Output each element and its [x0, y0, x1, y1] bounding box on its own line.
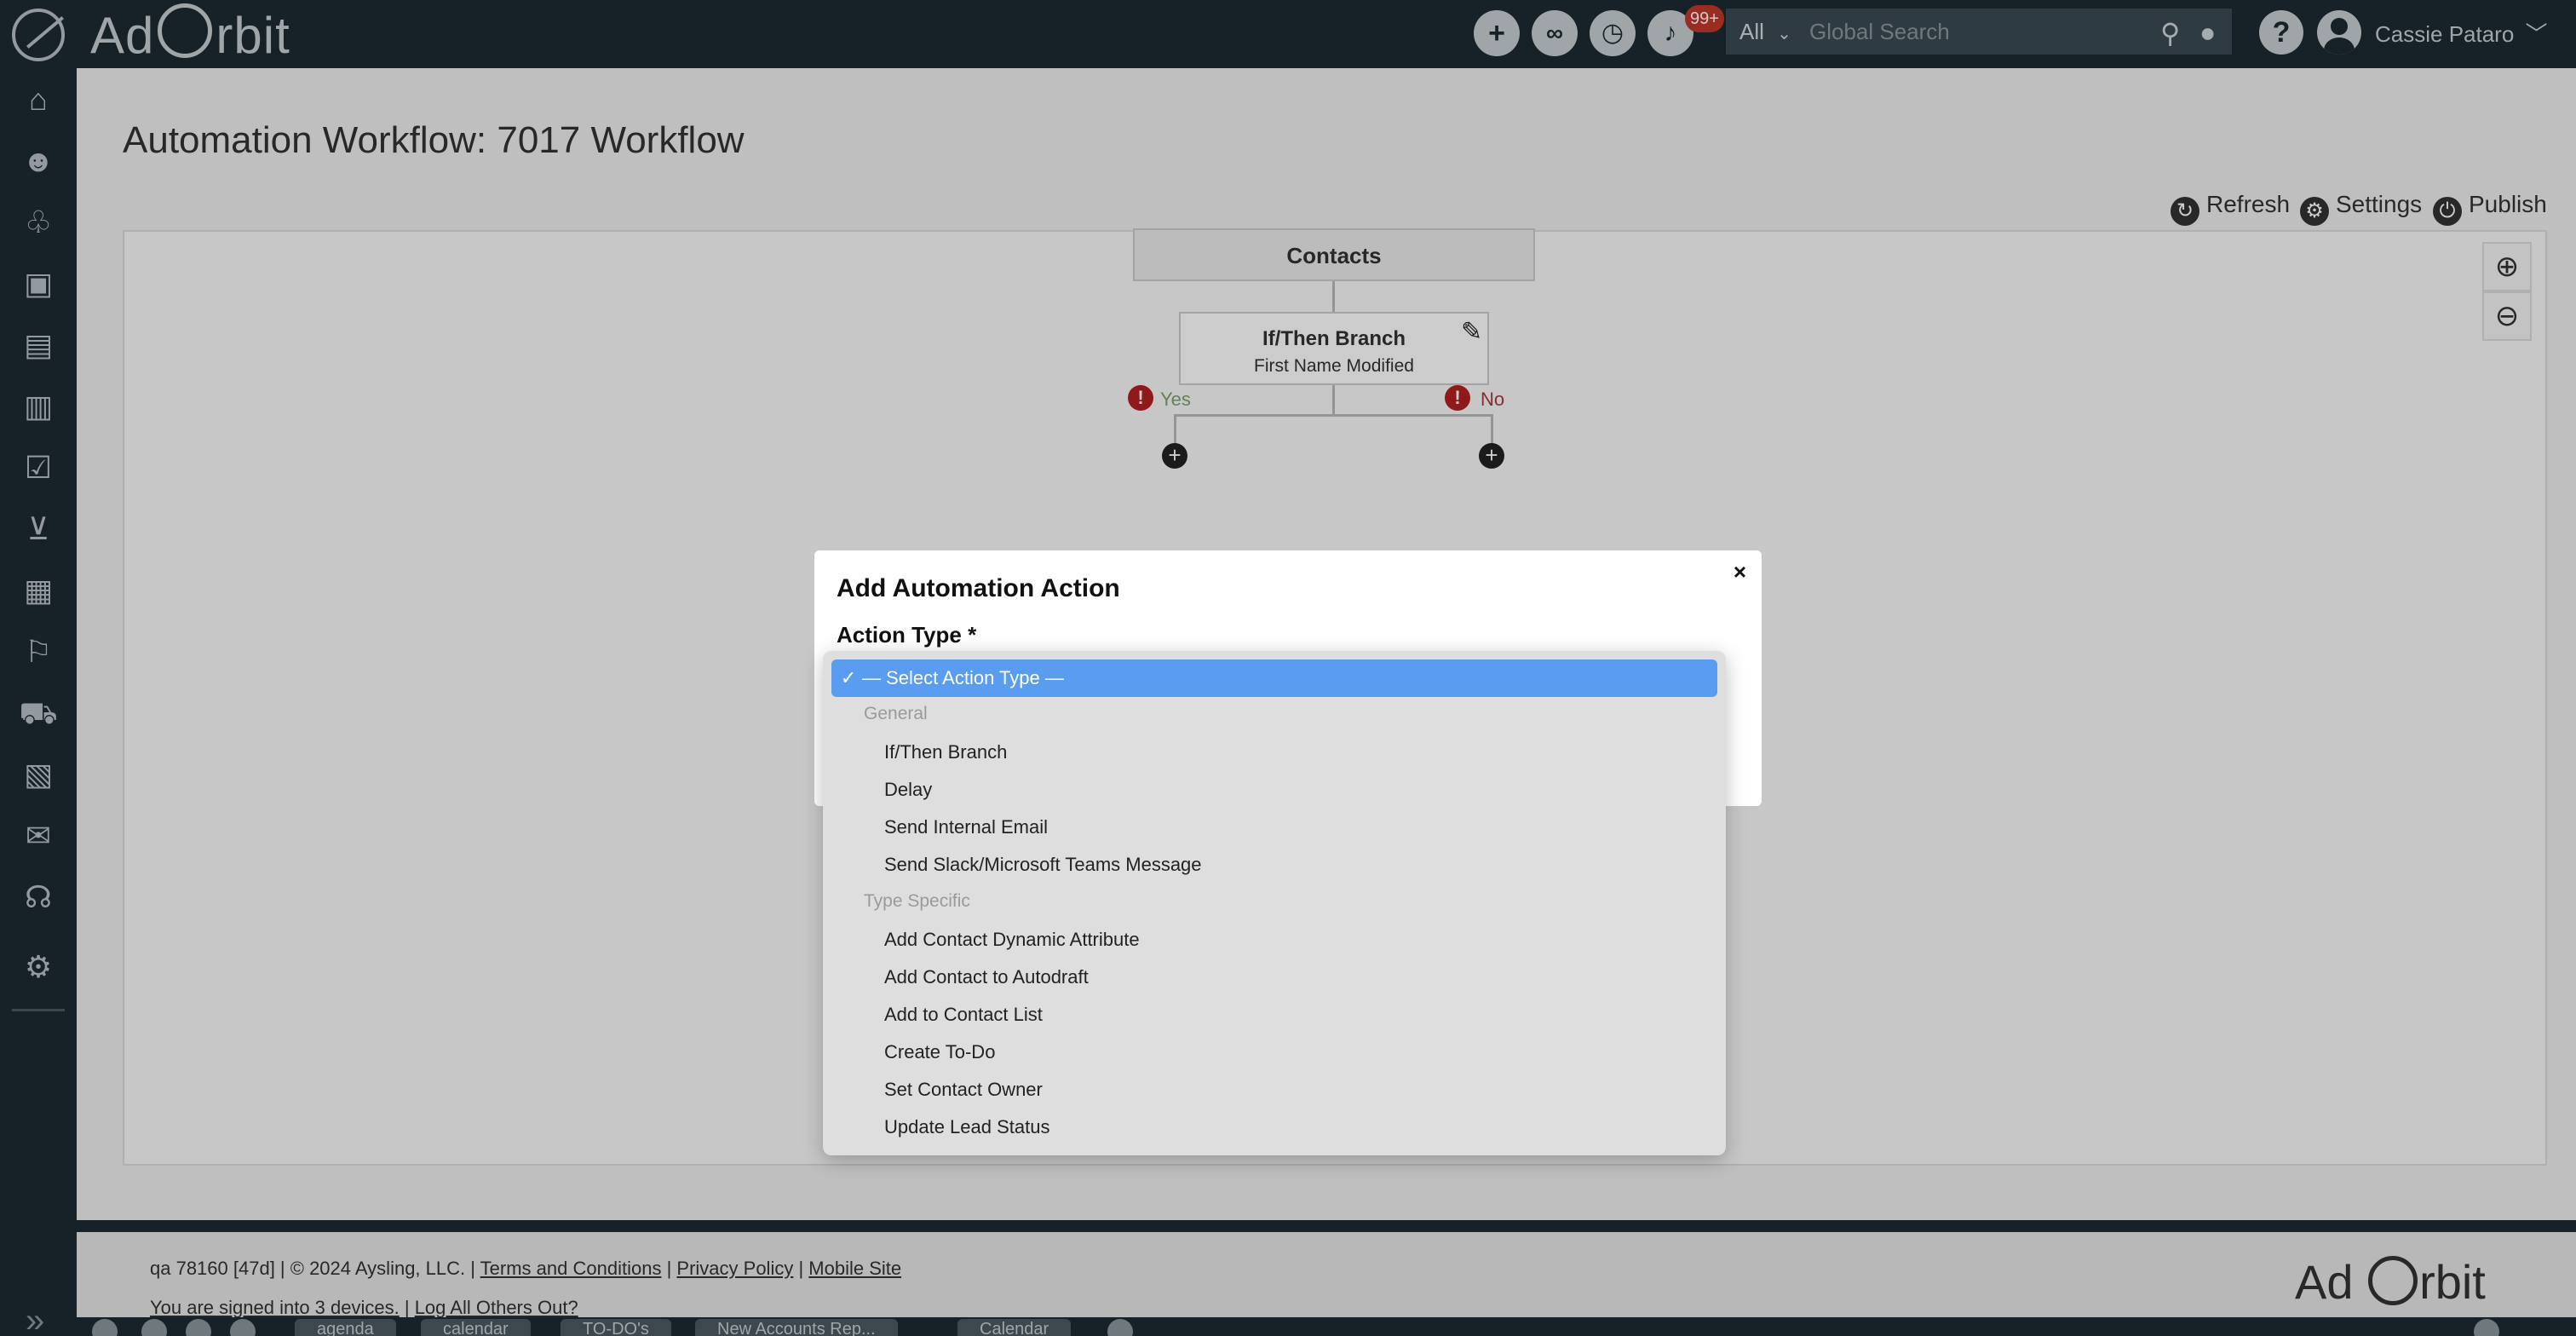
dropdown-option[interactable]: Create To-Do — [884, 1041, 995, 1063]
close-icon[interactable]: × — [1734, 559, 1746, 585]
selected-option-label: — Select Action Type — — [862, 667, 1064, 688]
action-type-dropdown: ✓ — Select Action Type — General If/Then … — [823, 651, 1726, 1155]
dropdown-group-type-specific: Type Specific — [864, 891, 970, 911]
dropdown-option[interactable]: Delay — [884, 779, 932, 801]
dropdown-option-selected[interactable]: ✓ — Select Action Type — — [831, 659, 1717, 697]
dropdown-option[interactable]: Send Slack/Microsoft Teams Message — [884, 854, 1202, 876]
dropdown-option[interactable]: Update Lead Status — [884, 1116, 1049, 1138]
checkmark-icon: ✓ — [840, 667, 857, 688]
dropdown-group-general: General — [864, 704, 928, 723]
dropdown-option[interactable]: Add Contact to Autodraft — [884, 966, 1089, 988]
dropdown-option[interactable]: If/Then Branch — [884, 741, 1007, 763]
dropdown-option[interactable]: Set Contact Owner — [884, 1079, 1043, 1101]
dropdown-option[interactable]: Add to Contact List — [884, 1004, 1043, 1026]
modal-title: Add Automation Action — [837, 574, 1120, 602]
action-type-label: Action Type * — [837, 622, 977, 648]
dropdown-option[interactable]: Send Internal Email — [884, 816, 1048, 838]
dropdown-option[interactable]: Add Contact Dynamic Attribute — [884, 929, 1140, 951]
